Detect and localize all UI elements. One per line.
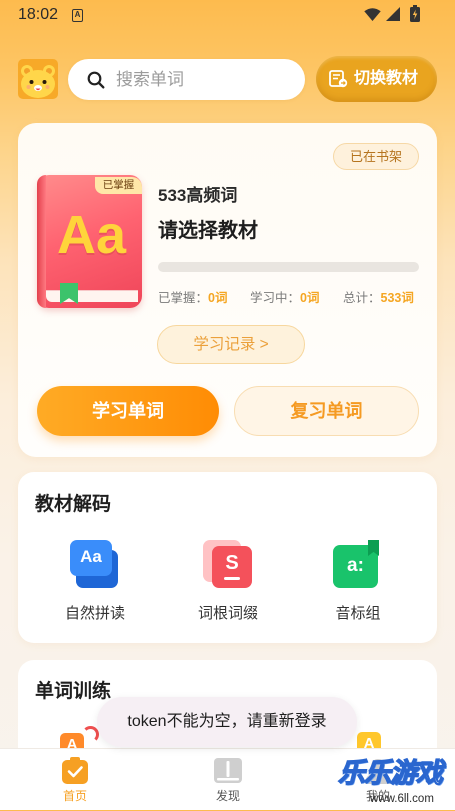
search-input[interactable] <box>116 65 291 94</box>
home-icon <box>60 757 90 784</box>
icon-glyph: a: <box>347 555 364 576</box>
phonics-icon: Aa <box>70 540 120 590</box>
textbook-decode-section: 教材解码 Aa 自然拼读 S 词根词缀 a: 音标组 <box>18 472 437 643</box>
icon-glyph: S <box>225 552 239 574</box>
decode-item-label: 自然拼读 <box>64 605 125 622</box>
current-book-card: 已在书架 Aa 已掌握 533高频词 请选择教材 已掌握：0词 学习中：0词 总… <box>18 123 437 457</box>
discover-icon <box>213 757 243 784</box>
learn-words-button[interactable]: 学习单词 <box>37 386 219 436</box>
stat-total: 总计：533词 <box>343 290 414 306</box>
icon-glyph: Aa <box>80 547 102 566</box>
stat-value: 0词 <box>300 291 320 305</box>
stat-value: 0词 <box>208 291 228 305</box>
stat-value: 533词 <box>380 291 414 305</box>
decode-item-root-affix[interactable]: S 词根词缀 <box>168 538 288 630</box>
stat-label: 总计： <box>343 291 381 305</box>
book-cover-image[interactable]: Aa 已掌握 <box>37 175 142 308</box>
switch-textbook-label: 切换教材 <box>354 70 419 87</box>
textbook-switch-icon <box>329 70 348 88</box>
nav-label: 发现 <box>215 789 240 803</box>
icon-front: Aa <box>70 540 112 576</box>
nav-label: 我的 <box>365 789 390 803</box>
nav-item-discover[interactable]: 发现 <box>168 749 288 811</box>
decode-item-phonetic[interactable]: a: 音标组 <box>298 538 418 630</box>
switch-textbook-button[interactable]: 切换教材 <box>316 56 437 102</box>
wifi-icon <box>364 8 381 26</box>
battery-charging-icon <box>410 5 420 27</box>
section-title: 单词训练 <box>35 681 112 702</box>
root-affix-icon: S <box>203 540 253 590</box>
cover-pages <box>46 290 138 302</box>
bottom-nav: 首页 发现 我的 <box>0 748 455 810</box>
decode-item-phonics[interactable]: Aa 自然拼读 <box>35 538 155 630</box>
decode-item-label: 词根词缀 <box>197 605 258 622</box>
notification-glyph: A <box>74 10 81 19</box>
stat-label: 学习中： <box>250 291 301 305</box>
signal-icon <box>386 7 400 26</box>
section-title: 教材解码 <box>35 494 112 515</box>
nav-item-profile[interactable]: 我的 <box>318 749 438 811</box>
stat-learning: 学习中：0词 <box>250 290 319 306</box>
select-textbook-prompt[interactable]: 请选择教材 <box>158 219 258 243</box>
status-time: 18:02 <box>18 6 59 23</box>
avatar[interactable] <box>18 59 58 99</box>
on-shelf-badge: 已在书架 <box>333 143 419 170</box>
study-record-button[interactable]: 学习记录 > <box>157 325 305 364</box>
mastered-tag: 已掌握 <box>95 177 142 194</box>
nav-item-home[interactable]: 首页 <box>15 749 135 811</box>
notification-icon: A <box>72 9 83 22</box>
status-bar: 18:02 A <box>0 0 455 30</box>
nav-label: 首页 <box>62 789 87 803</box>
profile-icon <box>363 757 393 784</box>
stat-mastered: 已掌握：0词 <box>158 290 227 306</box>
toast-message: token不能为空，请重新登录 <box>97 697 357 747</box>
search-icon[interactable] <box>87 71 105 89</box>
book-name: 533高频词 <box>158 186 238 205</box>
cover-letters: Aa <box>56 205 127 265</box>
icon-underline <box>224 577 240 580</box>
phonetic-symbol-icon: a: <box>333 540 383 590</box>
icon-front: S <box>212 546 252 588</box>
sound-arc-icon <box>82 726 99 743</box>
stat-label: 已掌握： <box>158 291 209 305</box>
decode-item-label: 音标组 <box>335 605 381 622</box>
review-words-button[interactable]: 复习单词 <box>234 386 419 436</box>
progress-bar <box>158 262 419 272</box>
search-bar[interactable] <box>68 59 305 100</box>
